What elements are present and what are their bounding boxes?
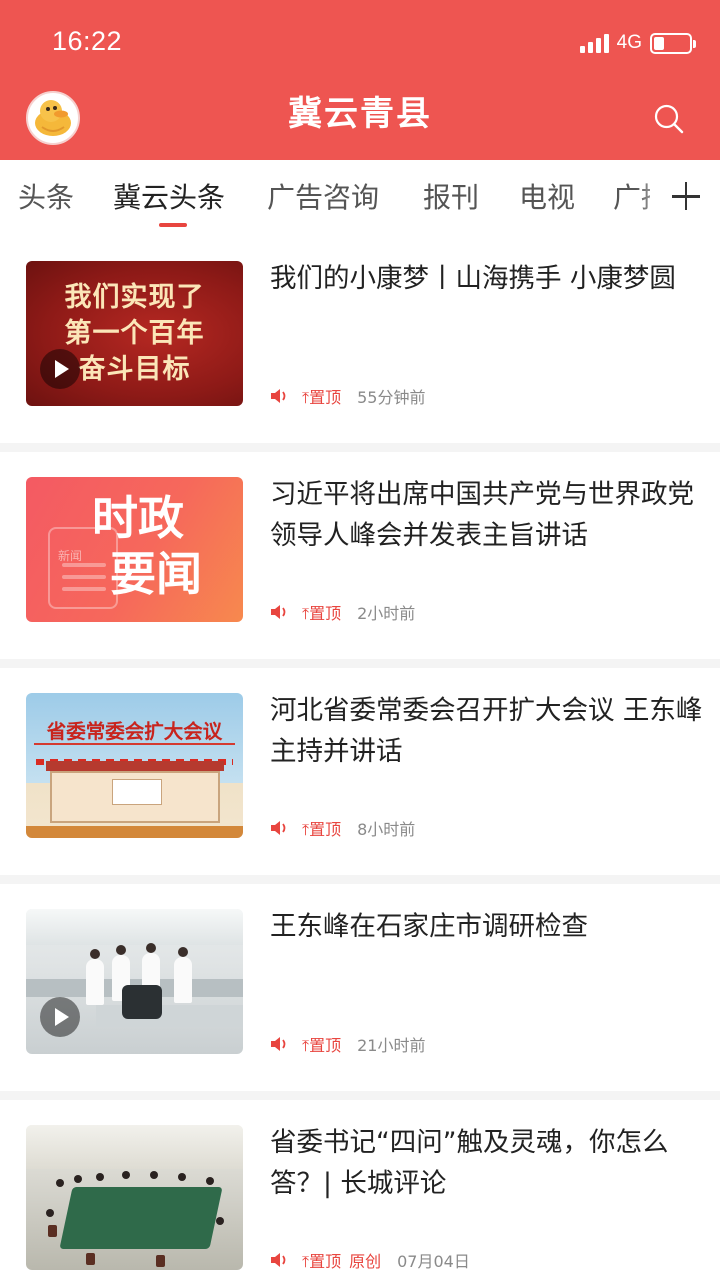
photo-chair: [86, 1253, 95, 1265]
photo-chair: [156, 1255, 165, 1267]
tab-newspaper[interactable]: 报刊: [423, 176, 479, 216]
doc-label: 新闻: [58, 549, 83, 563]
speaker-icon[interactable]: [270, 387, 290, 405]
thumb-text: 省委常委会扩大会议: [46, 720, 223, 743]
photo-person: [122, 1171, 130, 1179]
speaker-icon[interactable]: [270, 819, 290, 837]
photo-person: [216, 1217, 224, 1225]
speaker-icon[interactable]: [270, 1251, 290, 1269]
list-item[interactable]: 王东峰在石家庄市调研检查 ⤒置顶 21小时前: [0, 884, 720, 1091]
status-indicators: 4G: [579, 30, 696, 56]
divider: [0, 443, 720, 452]
app-title: 冀云青县: [288, 94, 432, 134]
photo-person: [86, 949, 104, 1005]
thumb-text: 要闻: [110, 547, 202, 601]
pin-label: 置顶: [309, 1036, 342, 1055]
photo-desk: [96, 1005, 243, 1027]
photo-person: [174, 947, 192, 1003]
publish-time: 8小时前: [357, 820, 416, 839]
search-icon[interactable]: [652, 102, 686, 136]
battery-icon: [650, 32, 696, 54]
news-thumbnail: [26, 909, 243, 1054]
list-item[interactable]: 新闻 时政 要闻 习近平将出席中国共产党与世界政党领导人峰会并发表主旨讲话 ⤒置…: [0, 452, 720, 659]
pinned-badge: ⤒置顶: [302, 384, 341, 408]
publish-time: 55分钟前: [357, 388, 426, 407]
news-list: 我们实现了 第一个百年 奋斗目标 我们的小康梦丨山海携手 小康梦圆 ⤒置顶 55…: [0, 236, 720, 1280]
photo-person: [206, 1177, 214, 1185]
list-item[interactable]: 省委常委会扩大会议 河北省委常委会召开扩大会议 王东峰主持并讲话 ⤒置顶 8小时…: [0, 668, 720, 875]
photo-wall: [26, 1125, 243, 1169]
tab-headlines[interactable]: 头条: [18, 176, 74, 216]
photo-person: [150, 1171, 158, 1179]
photo-chair: [48, 1225, 57, 1237]
photo-person: [46, 1209, 54, 1217]
news-thumbnail: [26, 1125, 243, 1270]
photo-person: [74, 1175, 82, 1183]
status-time: 16:22: [52, 26, 123, 56]
pin-label: 置顶: [309, 1252, 342, 1271]
news-title: 我们的小康梦丨山海携手 小康梦圆: [270, 263, 676, 294]
tab-ad-consult[interactable]: 广告咨询: [267, 176, 379, 216]
pinned-badge: ⤒置顶: [302, 1032, 341, 1056]
photo-conference-table: [59, 1187, 223, 1249]
thumb-text: 第一个百年: [64, 318, 205, 349]
publish-time: 07月04日: [397, 1252, 470, 1271]
plus-icon[interactable]: [650, 160, 720, 236]
pin-label: 置顶: [309, 388, 342, 407]
ground-decoration: [26, 826, 243, 838]
news-title: 王东峰在石家庄市调研检查: [270, 911, 588, 942]
divider: [0, 1091, 720, 1100]
pinned-badge: ⤒置顶: [302, 600, 341, 624]
channel-tabs: 头条 冀云头条 广告咨询 报刊 电视 广播: [0, 160, 720, 236]
divider: [0, 875, 720, 884]
news-title: 河北省委常委会召开扩大会议 王东峰主持并讲话: [270, 695, 703, 767]
photo-person: [56, 1179, 64, 1187]
signal-icon: [579, 33, 609, 53]
publish-time: 21小时前: [357, 1036, 426, 1055]
news-title: 省委书记“四问”触及灵魂，你怎么答？| 长城评论: [270, 1127, 669, 1199]
thumb-text: 时政: [92, 491, 184, 545]
building-illustration: [46, 761, 224, 823]
news-meta: ⤒置顶 21小时前: [270, 1032, 425, 1056]
photo-person-dark: [122, 985, 162, 1019]
tab-jiyun-headlines[interactable]: 冀云头条: [113, 176, 225, 216]
app-header: 16:22 4G 冀云青县: [0, 0, 720, 160]
speaker-icon[interactable]: [270, 1035, 290, 1053]
news-thumbnail: 我们实现了 第一个百年 奋斗目标: [26, 261, 243, 406]
speaker-icon[interactable]: [270, 603, 290, 621]
pinned-badge: ⤒置顶: [302, 1248, 341, 1272]
thumb-text: 我们实现了: [64, 282, 205, 313]
network-type: 4G: [616, 32, 642, 53]
photo-person: [178, 1173, 186, 1181]
photo-ceiling: [26, 909, 243, 945]
tab-tv[interactable]: 电视: [519, 176, 575, 216]
pinned-badge: ⤒置顶: [302, 816, 341, 840]
play-icon[interactable]: [40, 997, 80, 1037]
list-item[interactable]: 我们实现了 第一个百年 奋斗目标 我们的小康梦丨山海携手 小康梦圆 ⤒置顶 55…: [0, 236, 720, 443]
active-tab-indicator: [159, 223, 187, 227]
photo-person: [96, 1173, 104, 1181]
play-icon[interactable]: [40, 349, 80, 389]
news-title: 习近平将出席中国共产党与世界政党领导人峰会并发表主旨讲话: [270, 479, 694, 551]
news-meta: ⤒置顶 55分钟前: [270, 384, 425, 408]
news-meta: ⤒置顶 8小时前: [270, 816, 415, 840]
thumb-divider: [34, 743, 235, 745]
pin-label: 置顶: [309, 820, 342, 839]
list-item[interactable]: 省委书记“四问”触及灵魂，你怎么答？| 长城评论 ⤒置顶 原创 07月04日: [0, 1100, 720, 1280]
news-thumbnail: 省委常委会扩大会议: [26, 693, 243, 838]
publish-time: 2小时前: [357, 604, 416, 623]
news-meta: ⤒置顶 2小时前: [270, 600, 415, 624]
divider: [0, 659, 720, 668]
original-badge: 原创: [349, 1252, 382, 1271]
news-meta: ⤒置顶 原创 07月04日: [270, 1248, 470, 1272]
pin-label: 置顶: [309, 604, 342, 623]
news-thumbnail: 新闻 时政 要闻: [26, 477, 243, 622]
